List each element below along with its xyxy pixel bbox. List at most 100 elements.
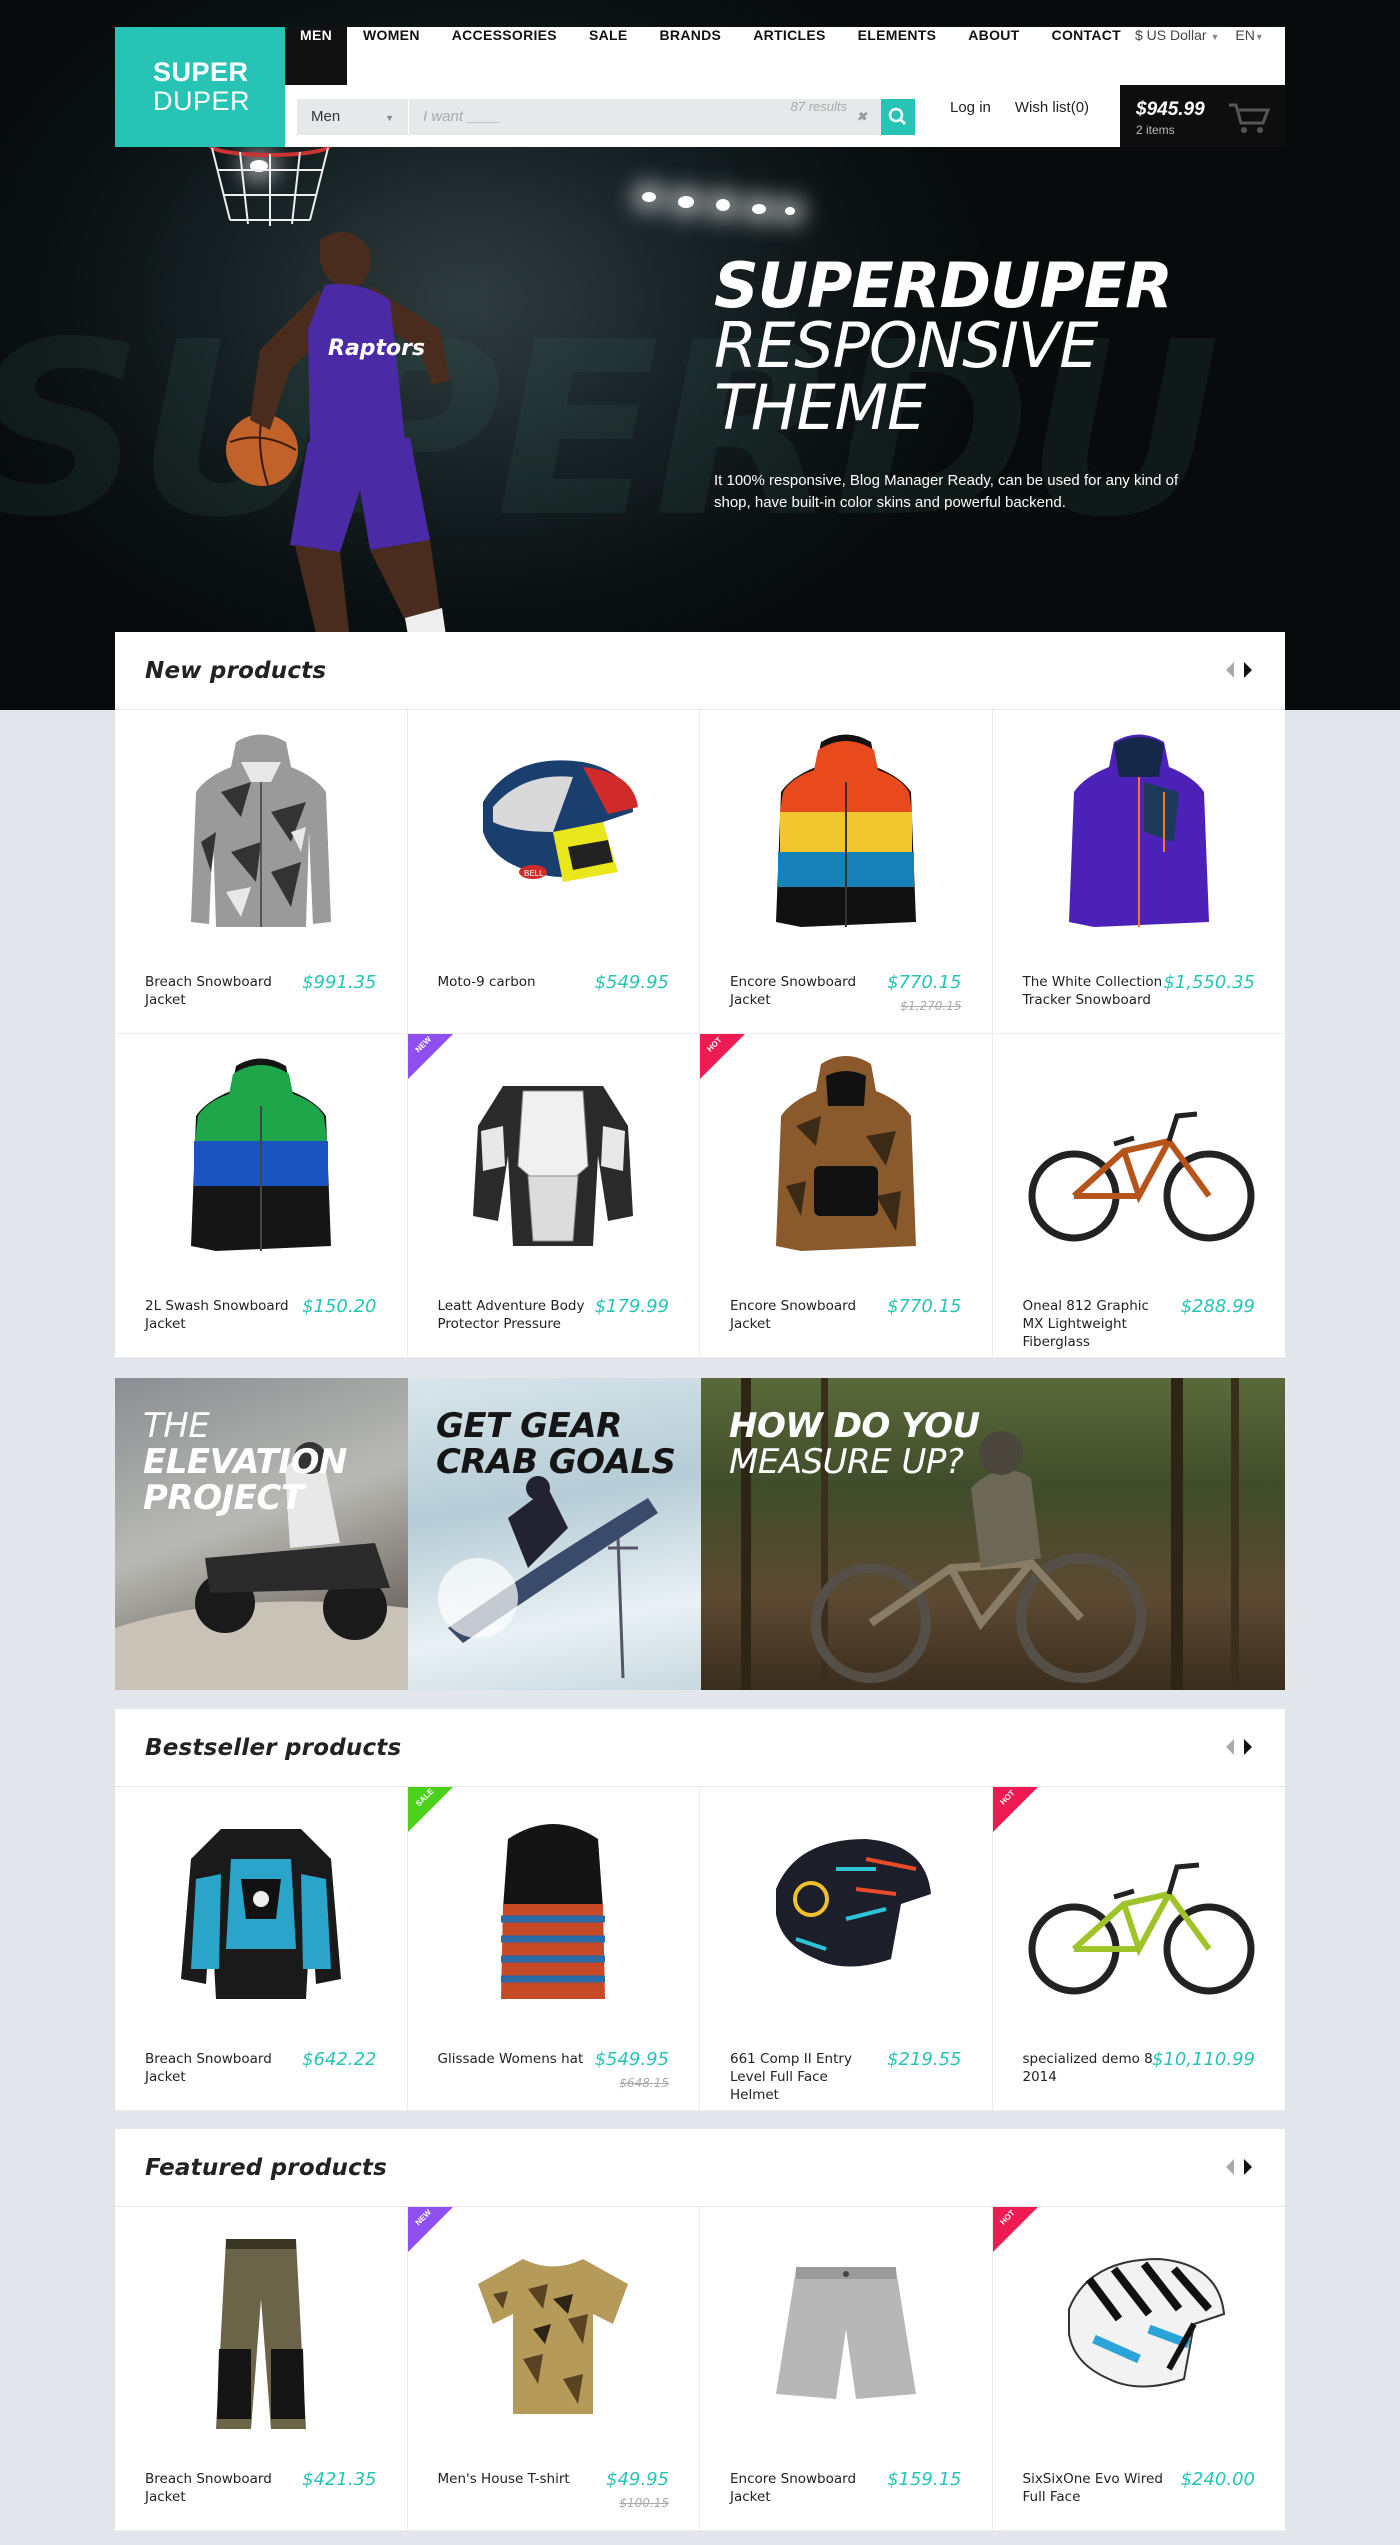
nav-accessories[interactable]: ACCESSORIES bbox=[436, 27, 573, 85]
product-card[interactable]: 661 Comp II Entry Level Full Face Helmet… bbox=[700, 1787, 993, 2111]
arrow-right-icon[interactable] bbox=[1243, 660, 1255, 680]
product-price: $1,550.35 bbox=[1163, 972, 1255, 993]
product-card[interactable]: Breach Snowboard Jacket $991.35 bbox=[115, 710, 408, 1034]
login-link[interactable]: Log in bbox=[950, 99, 991, 135]
purple-jacket-image bbox=[1068, 734, 1209, 927]
product-price: $159.15 bbox=[887, 2469, 962, 2490]
stripe-helmet-image bbox=[1067, 2257, 1225, 2388]
arrow-left-icon[interactable] bbox=[1223, 2157, 1235, 2177]
product-name[interactable]: Glissade Womens hat bbox=[438, 2050, 588, 2068]
product-price: $549.95 bbox=[594, 972, 669, 993]
section-title: New products bbox=[145, 658, 327, 684]
hero-subtitle-line2: THEME bbox=[714, 371, 926, 444]
banner-measure-up[interactable]: HOW DO YOU MEASURE UP? bbox=[701, 1378, 1285, 1690]
section-title: Featured products bbox=[145, 2155, 387, 2181]
product-card[interactable]: Encore Snowboard Jacket $770.15 $1,270.1… bbox=[700, 710, 993, 1034]
product-name[interactable]: 2L Swash Snowboard Jacket bbox=[145, 1297, 295, 1333]
banner-title: HOW DO YOU MEASURE UP? bbox=[729, 1408, 980, 1480]
arrow-left-icon[interactable] bbox=[1223, 660, 1235, 680]
nav-women[interactable]: WOMEN bbox=[347, 27, 436, 85]
product-card[interactable]: SALE Glissade Womens hat $549.95 $648.15 bbox=[407, 1787, 700, 2111]
product-price: $288.99 bbox=[1180, 1296, 1255, 1317]
product-price: $219.55 bbox=[887, 2049, 962, 2070]
language-label: EN bbox=[1235, 27, 1255, 43]
product-price: $240.00 bbox=[1180, 2469, 1255, 2490]
banner-gear-goals[interactable]: GET GEAR CRAB GOALS bbox=[408, 1378, 701, 1690]
product-name[interactable]: The White Collection Tracker Snowboard bbox=[1023, 973, 1173, 1009]
product-name[interactable]: Oneal 812 Graphic MX Lightweight Fibergl… bbox=[1023, 1297, 1173, 1351]
banner-line: ELEVATION bbox=[143, 1442, 347, 1482]
product-grid: Breach Snowboard Jacket $991.35 BELL Mot… bbox=[115, 710, 1285, 1358]
product-name[interactable]: Men's House T-shirt bbox=[438, 2470, 588, 2488]
product-name[interactable]: Moto-9 carbon bbox=[438, 973, 588, 991]
clear-icon[interactable]: ✖ bbox=[856, 99, 867, 135]
product-name[interactable]: Breach Snowboard Jacket bbox=[145, 2050, 295, 2086]
product-card[interactable]: BELL Moto-9 carbon $549.95 bbox=[407, 710, 700, 1034]
product-name[interactable]: 661 Comp II Entry Level Full Face Helmet bbox=[730, 2050, 880, 2104]
nav-elements[interactable]: ELEMENTS bbox=[842, 27, 953, 85]
product-card[interactable]: Encore Snowboard Jacket $159.15 bbox=[700, 2207, 993, 2531]
banner-line: MEASURE UP? bbox=[729, 1442, 964, 1482]
search-category-select[interactable]: Men ▼ bbox=[297, 99, 409, 135]
arrow-right-icon[interactable] bbox=[1243, 2157, 1255, 2177]
product-name[interactable]: SixSixOne Evo Wired Full Face bbox=[1023, 2470, 1173, 2506]
product-card[interactable]: HOT SixSixOne Evo Wired Full Face $240.0… bbox=[992, 2207, 1285, 2531]
product-name[interactable]: Breach Snowboard Jacket bbox=[145, 973, 295, 1009]
product-card[interactable]: HOT Encore Snowboard Jacket $770.15 bbox=[700, 1034, 993, 1358]
chevron-down-icon: ▼ bbox=[1210, 32, 1220, 42]
nav-articles[interactable]: ARTICLES bbox=[737, 27, 841, 85]
promo-banners: THE ELEVATION PROJECT GET GEAR CRAB GOAL… bbox=[115, 1378, 1285, 1690]
product-card[interactable]: Oneal 812 Graphic MX Lightweight Fibergl… bbox=[992, 1034, 1285, 1358]
product-name[interactable]: Breach Snowboard Jacket bbox=[145, 2470, 295, 2506]
product-card[interactable]: Breach Snowboard Jacket $421.35 bbox=[115, 2207, 408, 2531]
currency-select[interactable]: $ US Dollar ▼ bbox=[1135, 27, 1219, 85]
product-name[interactable]: Encore Snowboard Jacket bbox=[730, 1297, 880, 1333]
product-grid: Breach Snowboard Jacket $642.22 SALE Gli… bbox=[115, 1787, 1285, 2111]
wishlist-link[interactable]: Wish list(0) bbox=[1015, 99, 1089, 135]
product-price: $179.99 bbox=[594, 1296, 669, 1317]
cart-icon bbox=[1229, 103, 1271, 133]
armor-jacket-image bbox=[180, 1829, 341, 1999]
arrow-right-icon[interactable] bbox=[1243, 1737, 1255, 1757]
banner-title: GET GEAR CRAB GOALS bbox=[436, 1406, 676, 1480]
account-links: Log in Wish list(0) bbox=[950, 99, 1089, 135]
main-nav: MEN WOMEN ACCESSORIES SALE BRANDS ARTICL… bbox=[285, 27, 1137, 85]
nav-contact[interactable]: CONTACT bbox=[1036, 27, 1138, 85]
product-card[interactable]: 2L Swash Snowboard Jacket $150.20 bbox=[115, 1034, 408, 1358]
product-card[interactable]: The White Collection Tracker Snowboard $… bbox=[992, 710, 1285, 1034]
logo-line1: SUPER bbox=[153, 57, 249, 87]
nav-brands[interactable]: BRANDS bbox=[644, 27, 738, 85]
product-card[interactable]: Breach Snowboard Jacket $642.22 bbox=[115, 1787, 408, 2111]
product-card[interactable]: HOT specialized demo 8 2014 $10,110.99 bbox=[992, 1787, 1285, 2111]
search-category-label: Men bbox=[311, 108, 341, 125]
product-price: $642.22 bbox=[302, 2049, 377, 2070]
product-price: $421.35 bbox=[302, 2469, 377, 2490]
product-price: $991.35 bbox=[302, 972, 377, 993]
product-card[interactable]: NEW Men's House T-shirt $49.95 $100.15 bbox=[407, 2207, 700, 2531]
moto-helmet-image: BELL bbox=[483, 760, 639, 882]
svg-text:Raptors: Raptors bbox=[328, 336, 425, 361]
stadium-light bbox=[716, 199, 730, 211]
search-button[interactable] bbox=[881, 99, 915, 135]
product-name[interactable]: specialized demo 8 2014 bbox=[1023, 2050, 1173, 2086]
downhill-bike-image bbox=[1028, 1862, 1255, 1995]
arrow-left-icon[interactable] bbox=[1223, 1737, 1235, 1757]
search-input[interactable]: I want ____ 87 results ✖ bbox=[409, 99, 881, 135]
banner-elevation-project[interactable]: THE ELEVATION PROJECT bbox=[115, 1378, 408, 1690]
product-name[interactable]: Encore Snowboard Jacket bbox=[730, 2470, 880, 2506]
nav-men[interactable]: MEN bbox=[285, 27, 348, 85]
nav-sale[interactable]: SALE bbox=[573, 27, 644, 85]
product-name[interactable]: Encore Snowboard Jacket bbox=[730, 973, 880, 1009]
product-name[interactable]: Leatt Adventure Body Protector Pressure bbox=[438, 1297, 588, 1333]
site-logo[interactable]: SUPER DUPER bbox=[115, 27, 285, 147]
cart-button[interactable]: $945.99 2 items bbox=[1120, 85, 1285, 147]
badge-label: NEW bbox=[413, 1034, 433, 1055]
language-select[interactable]: EN▼ bbox=[1235, 27, 1263, 85]
search-placeholder: I want ____ bbox=[423, 108, 501, 125]
search-icon bbox=[888, 107, 906, 125]
nav-about[interactable]: ABOUT bbox=[952, 27, 1035, 85]
banner-line: GET GEAR bbox=[436, 1406, 622, 1446]
carousel-arrows bbox=[1223, 660, 1255, 680]
product-card[interactable]: NEW Leatt Adventure Body Protector Press… bbox=[407, 1034, 700, 1358]
product-price: $770.15 bbox=[887, 1296, 962, 1317]
